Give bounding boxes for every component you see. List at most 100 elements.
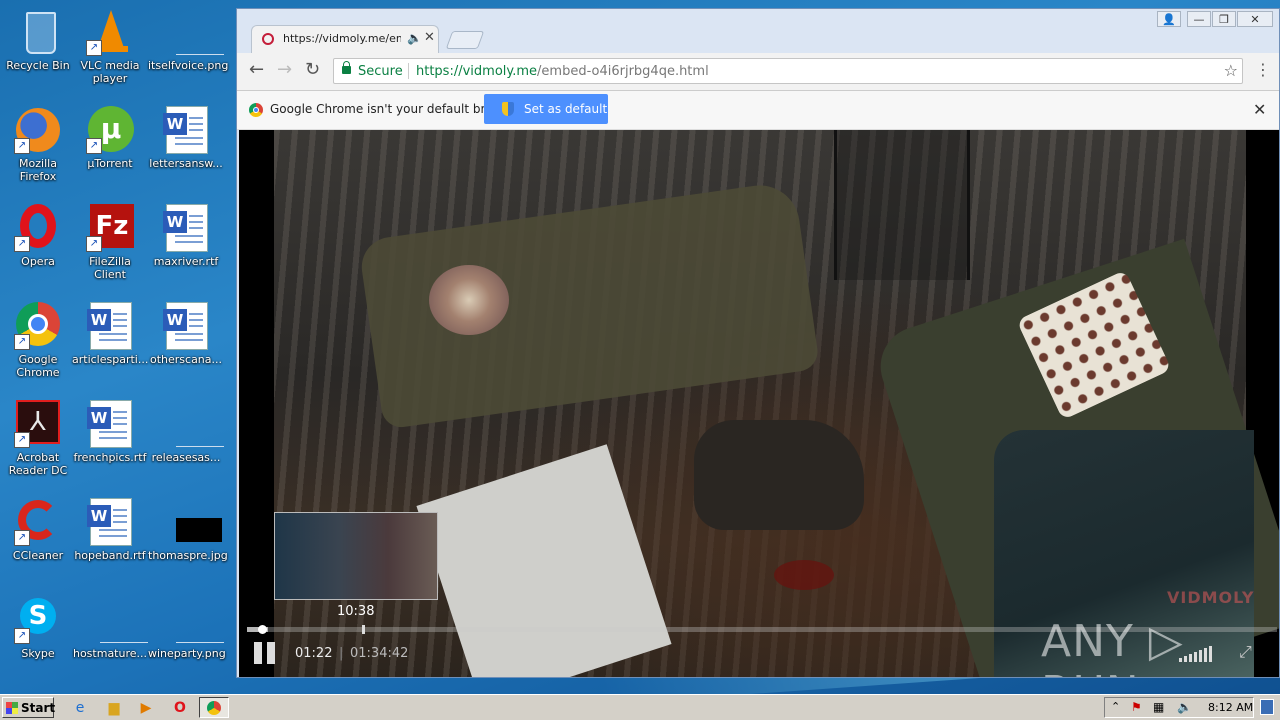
clock: 8:12 AM [1208,701,1254,714]
url-path: /embed-o4i6rjrbg4qe.html [537,64,709,79]
icon-label: releasesas... [151,451,221,464]
profile-icon[interactable]: 👤 [1157,11,1181,27]
desktop-icon-frenchpics[interactable]: W frenchpics.rtf [72,400,148,464]
desktop-icon-vlc[interactable]: ↗ VLC media player [72,8,148,85]
forward-button[interactable]: → [277,61,292,79]
anyrun-watermark: ANY ▷ RUN [1041,616,1184,677]
desktop-icon-articlesparti[interactable]: W articlesparti... [72,302,148,366]
vidmoly-brand-watermark: VIDMOLY [1167,588,1255,607]
chrome-icon [249,103,263,117]
uac-shield-icon [502,102,514,116]
desktop-icon-wineparty[interactable]: wineparty.png [148,596,226,660]
icon-label: CCleaner [12,549,64,562]
progress-knob[interactable] [258,625,268,634]
icon-label: frenchpics.rtf [73,451,147,464]
desktop-icon-itselfvoice[interactable]: itselfvoice.png [148,8,229,72]
desktop-icon-releasesas[interactable]: releasesas... [148,400,224,464]
icon-label: µTorrent [87,157,133,170]
word-document-icon: W [162,106,210,154]
word-document-icon: W [86,400,134,448]
desktop-icon-filezilla[interactable]: Fz ↗ FileZilla Client [72,204,148,281]
desktop-icon-firefox[interactable]: ↗ Mozilla Firefox [0,106,76,183]
network-icon[interactable]: ▦ [1153,700,1164,714]
address-bar[interactable]: Secure https://vidmoly.me/embed-o4i6rjrb… [333,58,1243,84]
desktop-icon-otherscana[interactable]: W otherscana... [148,302,224,366]
desktop-icon-opera[interactable]: ↗ Opera [0,204,76,268]
opera-taskbar-icon[interactable]: O [170,698,190,718]
shortcut-arrow-icon: ↗ [14,432,30,448]
default-browser-infobar: Google Chrome isn't your default browser… [237,91,1279,130]
action-center-icon[interactable]: ⚑ [1131,700,1142,714]
icon-label: VLC media player [80,59,140,85]
duration: 01:34:42 [350,646,409,661]
utorrent-icon: µ ↗ [86,106,134,154]
internet-explorer-icon[interactable]: e [70,698,90,718]
desktop-icon-recycle-bin[interactable]: Recycle Bin [0,8,76,72]
desktop-icon-maxriver[interactable]: W maxriver.rtf [148,204,224,268]
image-file-icon [162,498,222,546]
restore-button[interactable]: ❐ [1212,11,1236,27]
desktop-icon-chrome[interactable]: ↗ Google Chrome [0,302,76,379]
desktop-icon-skype[interactable]: S ↗ Skype [0,596,76,660]
desktop-icon-hostmature[interactable]: hostmature... [72,596,148,660]
word-document-icon: W [86,302,134,350]
chrome-window: https://vidmoly.me/emb 🔈 ✕ 👤 — ❐ ✕ ← → ↻… [236,8,1280,678]
secure-label: Secure [358,64,403,79]
bookmark-star-icon[interactable]: ☆ [1224,61,1238,80]
tab-close-icon[interactable]: ✕ [424,30,435,45]
skype-icon: S ↗ [14,596,62,644]
shortcut-arrow-icon: ↗ [14,334,30,350]
taskbar: Start e ▆ ▶ O ⌃ ⚑ ▦ 🔈 8:12 AM [0,694,1280,720]
new-tab-button[interactable] [445,31,485,49]
back-button[interactable]: ← [249,61,264,79]
icon-label: wineparty.png [148,647,226,660]
scene-shelf [834,130,970,280]
icon-label: Mozilla Firefox [19,157,57,183]
chrome-menu-icon[interactable]: ⋮ [1255,62,1271,78]
hover-marker [362,625,366,634]
desktop-icon-acrobat[interactable]: ⅄ ↗ Acrobat Reader DC [0,400,76,477]
show-desktop-button[interactable] [1260,699,1274,715]
speaker-icon[interactable]: 🔈 [407,31,422,45]
folder-icon[interactable]: ▆ [104,698,124,718]
desktop-icon-thomaspre[interactable]: thomaspre.jpg [148,498,228,562]
media-player-icon[interactable]: ▶ [136,698,156,718]
acrobat-icon: ⅄ ↗ [14,400,62,448]
icon-label: itselfvoice.png [148,59,229,72]
shortcut-arrow-icon: ↗ [86,236,102,252]
set-as-default-button[interactable]: Set as default [484,94,608,124]
pause-button[interactable] [254,642,276,664]
video-player[interactable]: VIDMOLY 10:38 01:22 | 01:34:42 ⤢ ANY ▷ R… [239,130,1279,677]
icon-label: hostmature... [72,647,148,660]
url-text[interactable]: https://vidmoly.me/embed-o4i6rjrbg4qe.ht… [416,64,709,79]
close-window-button[interactable]: ✕ [1237,11,1273,27]
icon-label: articlesparti... [72,353,149,366]
vidmoly-favicon-icon [262,33,274,45]
browser-tab[interactable]: https://vidmoly.me/emb 🔈 ✕ [251,25,439,53]
chrome-taskbar-icon [207,701,221,715]
image-file-icon [86,596,148,644]
reload-button[interactable]: ↻ [305,61,320,79]
image-file-icon [162,596,224,644]
word-document-icon: W [162,302,210,350]
infobar-close-icon[interactable]: ✕ [1253,100,1266,119]
minimize-button[interactable]: — [1187,11,1211,27]
icon-label: Acrobat Reader DC [8,451,68,477]
windows-flag-icon [6,702,18,714]
volume-tray-icon[interactable]: 🔈 [1177,700,1192,714]
scene-sofa [357,180,821,430]
desktop-icon-hopeband[interactable]: W hopeband.rtf [72,498,148,562]
desktop-icon-ccleaner[interactable]: ↗ CCleaner [0,498,76,562]
firefox-icon: ↗ [14,106,62,154]
scene-figure [694,420,864,530]
seek-preview-time: 10:38 [337,604,375,619]
icon-label: hopeband.rtf [74,549,146,562]
chrome-taskbar-button[interactable] [199,697,229,718]
set-as-default-label: Set as default [524,102,608,116]
start-button[interactable]: Start [2,697,55,718]
title-bar: https://vidmoly.me/emb 🔈 ✕ 👤 — ❐ ✕ [237,9,1279,53]
word-document-icon: W [86,498,134,546]
desktop-icon-utorrent[interactable]: µ ↗ µTorrent [72,106,148,170]
tray-expand-icon[interactable]: ⌃ [1111,700,1120,713]
desktop-icon-lettersansw[interactable]: W lettersansw... [148,106,224,170]
